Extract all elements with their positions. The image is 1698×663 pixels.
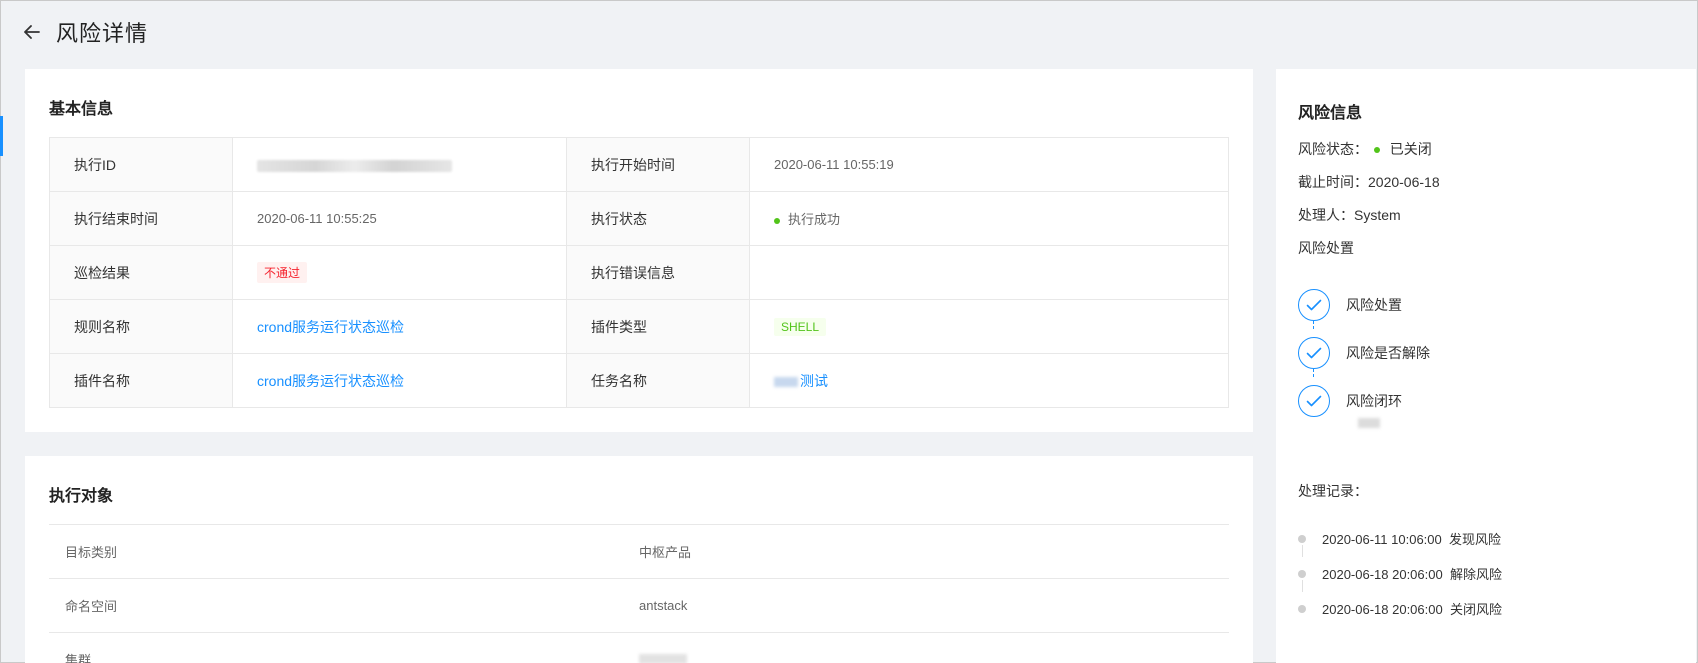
- step-item: 风险处置: [1298, 281, 1430, 329]
- deadline: 截止时间：2020-06-18: [1298, 172, 1440, 192]
- basic-info-card: 基本信息 执行ID 执行开始时间 2020-06-11 10:55:19 执行结…: [25, 69, 1253, 432]
- deadline-value: 2020-06-18: [1368, 174, 1440, 190]
- step-connector: [1313, 369, 1314, 377]
- handler: 处理人：System: [1298, 205, 1401, 225]
- log-time: 2020-06-18 20:06:00: [1322, 602, 1443, 617]
- table-row: 执行ID 执行开始时间 2020-06-11 10:55:19: [49, 137, 1229, 192]
- arrow-left-icon[interactable]: [22, 22, 42, 42]
- error-info-value: [749, 245, 1229, 300]
- plugin-name-link[interactable]: crond服务运行状态巡检: [257, 373, 404, 389]
- timeline-dot-icon: [1298, 604, 1306, 613]
- log-entry-text: 2020-06-18 20:06:00 解除风险: [1322, 564, 1502, 583]
- rule-name-value: crond服务运行状态巡检: [232, 299, 567, 354]
- sidebar-active-indicator: [0, 116, 3, 156]
- processing-log-list: 2020-06-11 10:06:00 发现风险 2020-06-18 20:0…: [1298, 521, 1502, 626]
- task-name-value: 测试: [749, 353, 1229, 408]
- execution-id-label: 执行ID: [49, 137, 233, 192]
- step-item: 风险是否解除: [1298, 329, 1430, 377]
- execution-target-title: 执行对象: [49, 488, 114, 505]
- processing-log-title: 处理记录：: [1298, 483, 1368, 499]
- exec-status-text: 执行成功: [788, 212, 841, 227]
- log-action: 解除风险: [1449, 567, 1502, 582]
- redacted-text: [257, 159, 452, 172]
- basic-info-title: 基本信息: [49, 101, 114, 118]
- success-dot-icon: [774, 217, 780, 224]
- log-action: 关闭风险: [1449, 602, 1502, 617]
- plugin-type-value: SHELL: [749, 299, 1229, 354]
- plugin-type-label: 插件类型: [566, 299, 750, 354]
- redacted-text: [639, 654, 687, 663]
- disposal-steps: 风险处置 风险是否解除 风险闭环: [1298, 281, 1430, 425]
- timeline-dot-icon: [1298, 569, 1306, 578]
- inspection-result-value: 不通过: [232, 245, 567, 300]
- list-item: 2020-06-18 20:06:00 关闭风险: [1298, 591, 1502, 626]
- risk-info-card: 风险信息 风险状态： 已关闭 截止时间：2020-06-18 处理人：Syste…: [1276, 69, 1696, 663]
- check-icon: [1298, 337, 1330, 369]
- list-item: 命名空间 antstack: [49, 579, 1229, 633]
- log-action: 发现风险: [1448, 532, 1501, 547]
- log-entry-text: 2020-06-18 20:06:00 关闭风险: [1322, 599, 1502, 618]
- timeline-dot-icon: [1298, 534, 1306, 543]
- fail-tag: 不通过: [257, 262, 308, 283]
- table-row: 执行结束时间 2020-06-11 10:55:25 执行状态 执行成功: [49, 191, 1229, 246]
- rule-name-label: 规则名称: [49, 299, 233, 354]
- table-row: 插件名称 crond服务运行状态巡检 任务名称 测试: [49, 353, 1229, 408]
- table-row: 巡检结果 不通过 执行错误信息: [49, 245, 1229, 300]
- page-header: 风险详情: [0, 0, 1698, 64]
- redacted-text: [1358, 418, 1380, 428]
- list-item: 2020-06-11 10:06:00 发现风险: [1298, 521, 1502, 557]
- plugin-name-label: 插件名称: [49, 353, 233, 408]
- log-time: 2020-06-11 10:06:00: [1322, 532, 1442, 547]
- log-entry-text: 2020-06-11 10:06:00 发现风险: [1322, 529, 1501, 548]
- step-label: 风险闭环: [1346, 393, 1402, 409]
- redacted-text: [774, 377, 798, 388]
- status-dot-icon: [1373, 147, 1380, 154]
- end-time-value: 2020-06-11 10:55:25: [232, 191, 567, 246]
- check-icon: [1298, 289, 1330, 321]
- list-item: 2020-06-18 20:06:00 解除风险: [1298, 556, 1502, 592]
- plugin-name-value: crond服务运行状态巡检: [232, 353, 567, 408]
- error-info-label: 执行错误信息: [566, 245, 750, 300]
- execution-target-card: 执行对象 目标类别 中枢产品 命名空间 antstack 集群: [25, 456, 1253, 663]
- handler-value: System: [1354, 207, 1401, 223]
- step-label: 风险处置: [1346, 297, 1402, 313]
- disposal-label: 风险处置: [1298, 240, 1354, 256]
- check-icon: [1298, 385, 1330, 417]
- target-type-label: 目标类别: [65, 545, 118, 560]
- target-type-value: 中枢产品: [639, 545, 692, 560]
- namespace-value: antstack: [639, 598, 688, 613]
- risk-status-label: 风险状态：: [1298, 141, 1368, 157]
- basic-info-table: 执行ID 执行开始时间 2020-06-11 10:55:19 执行结束时间 2…: [49, 137, 1229, 408]
- risk-status-value: 已关闭: [1389, 141, 1432, 157]
- risk-status: 风险状态： 已关闭: [1298, 139, 1432, 159]
- step-label: 风险是否解除: [1346, 345, 1430, 361]
- list-item: 集群: [49, 633, 1229, 663]
- handler-label: 处理人：: [1298, 207, 1354, 223]
- table-row: 规则名称 crond服务运行状态巡检 插件类型 SHELL: [49, 299, 1229, 354]
- shell-tag: SHELL: [774, 317, 827, 336]
- list-item: 目标类别 中枢产品: [49, 525, 1229, 579]
- end-time-label: 执行结束时间: [49, 191, 233, 246]
- risk-info-title: 风险信息: [1298, 105, 1363, 122]
- exec-status-label: 执行状态: [566, 191, 750, 246]
- cluster-label: 集群: [65, 653, 92, 663]
- namespace-label: 命名空间: [65, 599, 118, 614]
- page-title: 风险详情: [56, 21, 149, 46]
- start-time-label: 执行开始时间: [566, 137, 750, 192]
- inspection-result-label: 巡检结果: [49, 245, 233, 300]
- target-list: 目标类别 中枢产品 命名空间 antstack 集群: [49, 524, 1229, 663]
- cluster-value: [639, 652, 687, 663]
- task-name-link[interactable]: 测试: [800, 373, 828, 389]
- start-time-value: 2020-06-11 10:55:19: [749, 137, 1229, 192]
- exec-status-value: 执行成功: [749, 191, 1229, 246]
- task-name-label: 任务名称: [566, 353, 750, 408]
- log-time: 2020-06-18 20:06:00: [1322, 567, 1443, 582]
- rule-name-link[interactable]: crond服务运行状态巡检: [257, 319, 404, 335]
- step-connector: [1313, 321, 1314, 329]
- execution-id-value: [232, 137, 567, 192]
- deadline-label: 截止时间：: [1298, 174, 1368, 190]
